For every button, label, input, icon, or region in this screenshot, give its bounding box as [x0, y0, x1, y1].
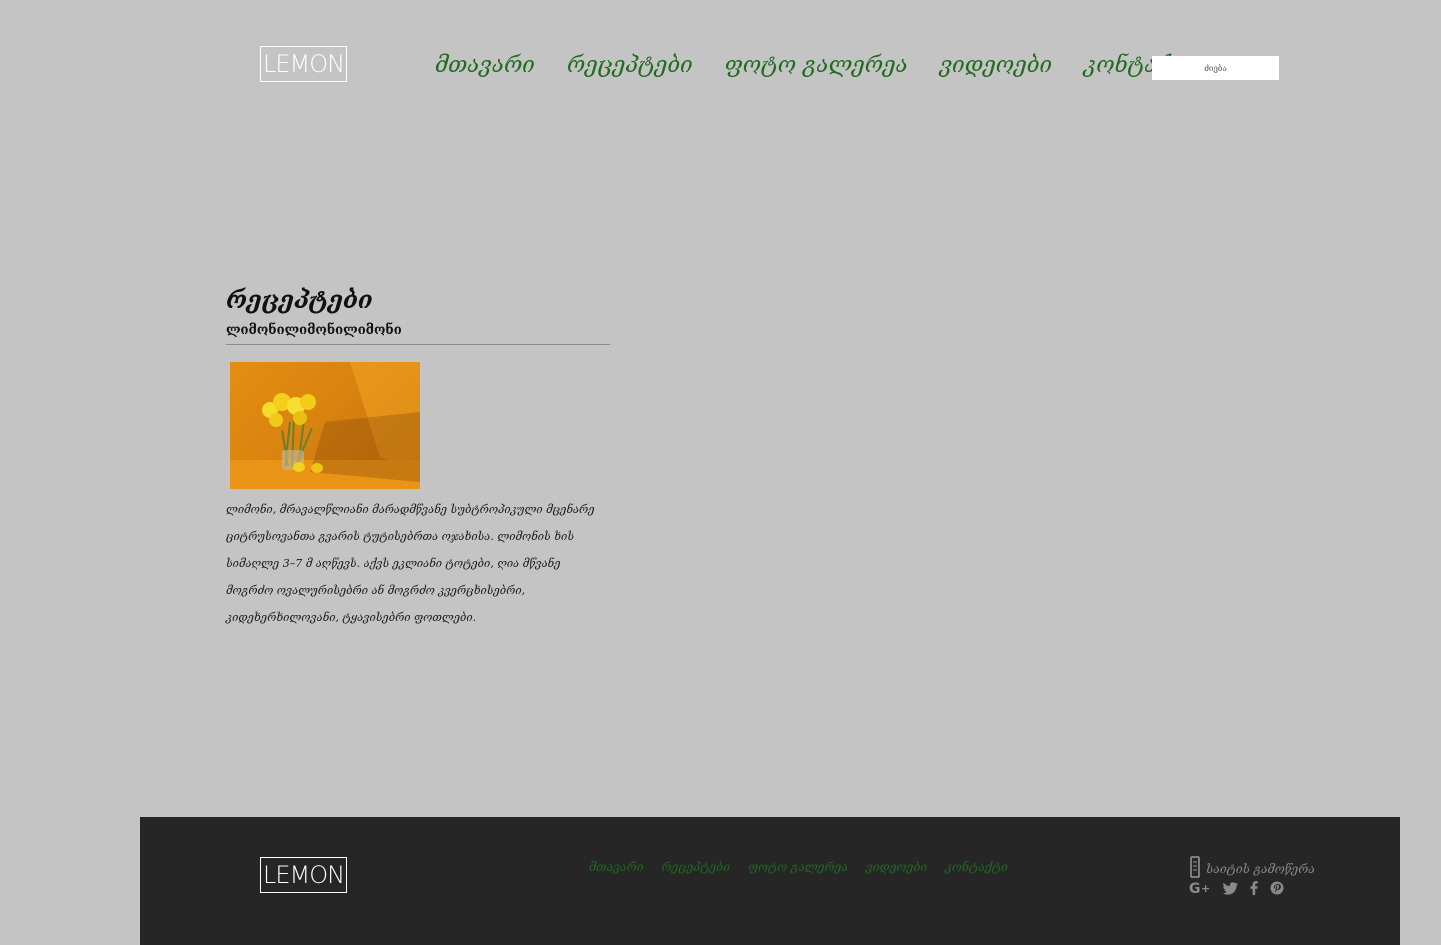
page-title: რეცეპტები [226, 285, 373, 314]
nav-item-home[interactable]: მთავარი [435, 46, 535, 86]
divider [226, 344, 610, 345]
svg-text:G: G [1189, 881, 1201, 895]
lemon-daffodil-photo [230, 362, 420, 489]
pinterest-icon[interactable] [1270, 880, 1284, 899]
svg-text:+: + [1201, 882, 1210, 895]
footer-nav-item-videos[interactable]: ვიდეოები [866, 856, 927, 878]
footer-nav-item-photo-gallery[interactable]: ფოტო გალერეა [748, 856, 848, 878]
mobile-icon [1190, 856, 1200, 882]
google-plus-icon[interactable]: G + [1189, 880, 1211, 899]
newsletter[interactable]: საიტის გამოწერა [1190, 856, 1315, 882]
footer-nav-item-contact[interactable]: კონტაქტი [945, 856, 1008, 878]
nav-item-recipes[interactable]: რეცეპტები [567, 46, 693, 86]
main-nav: მთავარი რეცეპტები ფოტო გალერეა ვიდეოები … [435, 46, 1199, 86]
nav-item-photo-gallery[interactable]: ფოტო გალერეა [725, 46, 908, 86]
page-subtitle: ლიმონილიმონილიმონი [226, 323, 402, 338]
footer-nav-item-recipes[interactable]: რეცეპტები [661, 856, 730, 878]
logo[interactable]: LEMON [260, 46, 347, 82]
footer-nav-item-home[interactable]: მთავარი [589, 856, 643, 878]
twitter-icon[interactable] [1223, 880, 1238, 899]
newsletter-label: საიტის გამოწერა [1206, 862, 1315, 876]
facebook-icon[interactable] [1250, 880, 1258, 899]
footer-nav: მთავარი რეცეპტები ფოტო გალერეა ვიდეოები … [589, 856, 1008, 878]
social-links: G + [1189, 880, 1284, 899]
main-content: რეცეპტები ლიმონილიმონილიმონი ლიმონი, მრა… [226, 282, 610, 624]
recipe-body-text: ლიმონი, მრავალწლიანი მარადმწვანე სუბტროპ… [226, 503, 595, 624]
footer-logo[interactable]: LEMON [260, 857, 347, 893]
nav-item-videos[interactable]: ვიდეოები [940, 46, 1052, 86]
search-input[interactable] [1152, 56, 1279, 80]
